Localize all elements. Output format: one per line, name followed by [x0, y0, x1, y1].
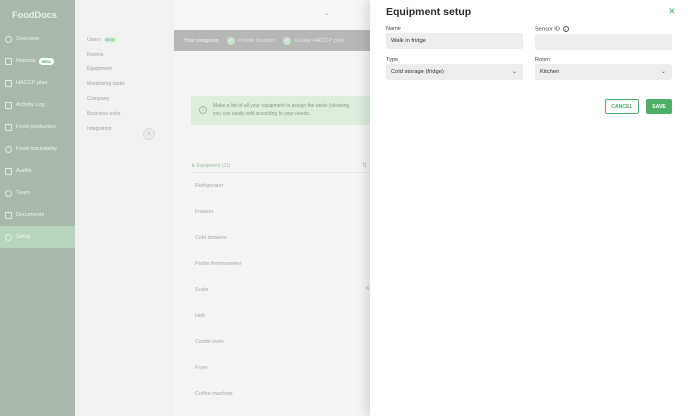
type-value: Cold storage (fridge): [391, 69, 444, 75]
fooddocs-logo[interactable]: FoodDocs: [12, 10, 57, 21]
sidebar-item-label: Documents: [16, 212, 45, 218]
equipment-row[interactable]: Hob: [195, 313, 205, 319]
subnav-item-rooms[interactable]: Rooms: [87, 52, 103, 58]
top-bar: ⌄: [174, 0, 370, 28]
subnav-item-users[interactable]: Users NEW: [87, 37, 117, 43]
reports-icon: [5, 57, 12, 65]
info-text-line2: you can easily edit according to your ne…: [213, 111, 311, 117]
name-label: Name: [386, 26, 401, 32]
team-icon: [5, 189, 12, 197]
haccp-icon: [5, 79, 12, 87]
sidebar-item-overview[interactable]: Overview: [0, 28, 75, 50]
divider: [191, 172, 370, 173]
subnav-item-label: Users: [87, 37, 101, 43]
equipment-row[interactable]: Combi oven: [195, 339, 224, 345]
sensor-id-field[interactable]: [535, 34, 672, 50]
sidebar-item-label: Reports: [16, 58, 36, 64]
info-icon[interactable]: i: [562, 26, 569, 32]
equipment-row[interactable]: Coffee machine: [195, 391, 233, 397]
sidebar-item-documents[interactable]: Documents: [0, 204, 75, 226]
drawer-title: Equipment setup: [386, 6, 472, 18]
equipment-count: Equipment (11): [196, 163, 231, 169]
sidebar-item-label: Overview: [16, 36, 40, 42]
sidebar-item-setup[interactable]: Setup: [0, 226, 75, 248]
food-production-icon: [5, 123, 12, 131]
sort-icon: ⇅: [191, 163, 196, 169]
sidebar-item-label: Food traceability: [16, 146, 58, 152]
setup-subnav: Users NEW Rooms Equipment Monitoring task…: [75, 0, 174, 416]
equipment-row[interactable]: Cold drawers: [195, 235, 227, 241]
sidebar-item-team[interactable]: Team: [0, 182, 75, 204]
audits-icon: [5, 167, 12, 175]
equipment-list-header[interactable]: ⇅ Equipment (11): [191, 163, 230, 169]
equipment-row[interactable]: Probe thermometer: [195, 261, 241, 267]
info-banner: i Make a list of all your equipment to a…: [191, 96, 370, 125]
type-label: Type: [386, 57, 399, 63]
subnav-item-business-units[interactable]: Business units: [87, 111, 120, 117]
collapse-sidebar-button[interactable]: ‹: [143, 128, 155, 140]
subnav-item-company[interactable]: Company: [87, 96, 109, 102]
chevron-left-icon: ‹: [148, 131, 150, 137]
documents-icon: [5, 211, 12, 219]
room-select[interactable]: Kitchen ⌄: [535, 64, 672, 80]
overview-icon: [5, 35, 12, 43]
progress-step-label: Create location: [237, 37, 276, 44]
sidebar-item-label: HACCP plan: [16, 80, 48, 86]
progress-label: Your progress: [184, 37, 219, 44]
progress-bar: Your progress ✓ Create location ✓ Create…: [174, 30, 370, 51]
progress-step-label: Create HACCP plan: [294, 37, 345, 44]
sidebar-item-haccp-plan[interactable]: HACCP plan: [0, 72, 75, 94]
sensor-id-label-text: Sensor ID: [535, 26, 560, 33]
progress-step-create-haccp-plan[interactable]: ✓ Create HACCP plan: [283, 36, 345, 45]
equipment-setup-drawer: Equipment setup ✕ Name Walk in fridge Se…: [370, 0, 688, 416]
filter-icon[interactable]: ⇅: [362, 162, 367, 169]
progress-step-create-location[interactable]: ✓ Create location: [226, 36, 276, 45]
info-icon: i: [199, 106, 207, 114]
chevron-down-icon[interactable]: ⌄: [324, 10, 329, 17]
sidebar-item-label: Setup: [16, 234, 31, 240]
subnav-item-monitoring-tasks[interactable]: Monitoring tasks: [87, 81, 125, 87]
new-badge: NEW: [103, 37, 117, 43]
type-select[interactable]: Cold storage (fridge) ⌄: [386, 64, 523, 80]
cancel-button[interactable]: CANCEL: [605, 99, 639, 114]
search-icon: [5, 145, 12, 153]
sidebar-item-label: Team: [16, 190, 30, 196]
check-icon: ✓: [226, 36, 235, 45]
new-badge: NEW: [38, 57, 54, 65]
room-label: Room: [535, 57, 550, 63]
name-value: Walk in fridge: [391, 38, 426, 44]
gear-icon: [5, 233, 12, 241]
sidebar-item-food-traceability[interactable]: Food traceability: [0, 138, 75, 160]
sidebar-item-food-production[interactable]: Food production: [0, 116, 75, 138]
room-value: Kitchen: [540, 69, 560, 75]
chevron-down-icon: ⌄: [660, 69, 666, 75]
equipment-row[interactable]: Fryer: [195, 365, 208, 371]
sidebar-item-reports[interactable]: Reports NEW: [0, 50, 75, 72]
equipment-row[interactable]: Refrigerator: [195, 183, 223, 189]
sidebar-item-audits[interactable]: Audits: [0, 160, 75, 182]
name-field[interactable]: Walk in fridge: [386, 33, 523, 49]
sidebar: FoodDocs Overview Reports NEW HACCP plan…: [0, 0, 75, 416]
check-icon: ✓: [283, 36, 292, 45]
subnav-item-equipment[interactable]: Equipment: [87, 66, 112, 72]
save-button[interactable]: SAVE: [646, 99, 672, 114]
equipment-row[interactable]: Freezer: [195, 209, 214, 215]
close-icon[interactable]: ✕: [668, 6, 676, 17]
sidebar-item-activity-log[interactable]: Activity Log: [0, 94, 75, 116]
sidebar-item-label: Audits: [16, 168, 32, 174]
sensor-id-label: Sensor ID i: [535, 26, 569, 32]
activity-log-icon: [5, 101, 12, 109]
chevron-down-icon: ⌄: [511, 69, 517, 75]
subnav-item-integration[interactable]: Integration: [87, 126, 112, 132]
sidebar-item-label: Food production: [16, 124, 57, 130]
info-text-line1: Make a list of all your equipment to ass…: [213, 103, 350, 109]
equipment-row[interactable]: Scale: [195, 287, 209, 293]
sidebar-item-label: Activity Log: [16, 102, 45, 108]
